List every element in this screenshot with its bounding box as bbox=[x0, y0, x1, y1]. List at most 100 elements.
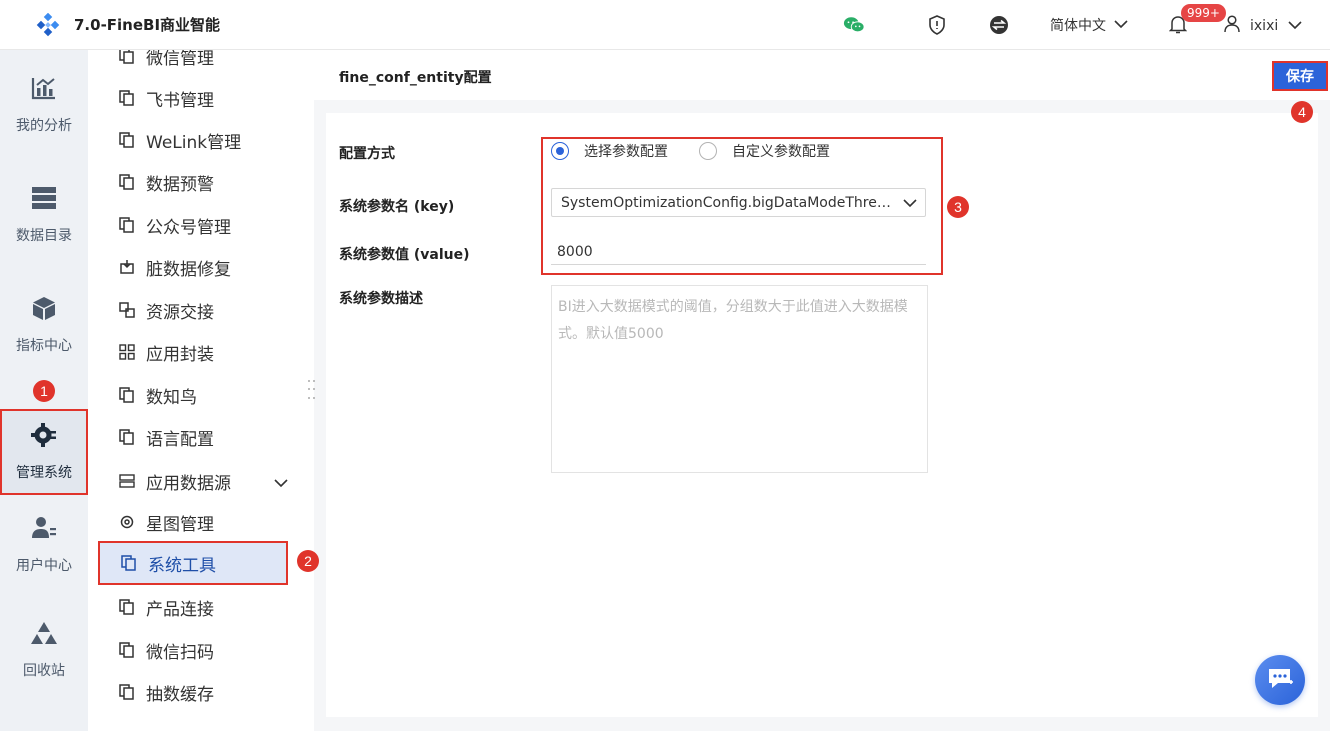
rail-item-label: 用户中心 bbox=[16, 558, 72, 574]
switch-icon[interactable] bbox=[988, 14, 1010, 36]
repair-icon bbox=[118, 258, 136, 276]
rail-item-label: 我的分析 bbox=[16, 118, 72, 134]
exchange-icon bbox=[118, 301, 136, 319]
rail-item-metrics-center[interactable]: 指标中心 bbox=[0, 270, 88, 380]
cube-icon bbox=[31, 295, 57, 321]
recycle-icon bbox=[31, 620, 57, 646]
radio-checked-icon bbox=[551, 142, 569, 160]
radio-select-param[interactable]: 选择参数配置 bbox=[551, 141, 668, 161]
nav-item-label: 飞书管理 bbox=[146, 90, 214, 111]
mode-label: 配置方式 bbox=[339, 146, 395, 162]
rail-item-label: 管理系统 bbox=[16, 465, 72, 481]
finebi-logo-icon bbox=[36, 12, 60, 37]
user-menu[interactable]: ixixi bbox=[1224, 15, 1302, 37]
radio-label: 选择参数配置 bbox=[584, 144, 668, 160]
resize-handle[interactable] bbox=[308, 380, 318, 402]
app-title: 7.0-FineBI商业智能 bbox=[74, 16, 221, 34]
nav-item-label: 脏数据修复 bbox=[146, 259, 231, 280]
nav-item-label: 语言配置 bbox=[146, 429, 214, 450]
chevron-down-icon bbox=[1288, 18, 1302, 34]
param-description: BI进入大数据模式的阈值，分组数大于此值进入大数据模式。默认值5000 bbox=[551, 285, 928, 473]
param-value-input[interactable] bbox=[551, 239, 926, 265]
param-key-select[interactable]: SystemOptimizationConfig.bigDataModeThre… bbox=[551, 188, 926, 217]
nav-item-label: WeLink管理 bbox=[146, 132, 242, 153]
nav-item-dirty-data-repair[interactable]: 脏数据修复 bbox=[98, 248, 298, 286]
rail-item-my-analysis[interactable]: 我的分析 bbox=[0, 50, 88, 160]
nav-item-official-account[interactable]: 公众号管理 bbox=[98, 206, 298, 244]
copy-icon bbox=[118, 131, 136, 149]
nav-item-welink-manage[interactable]: WeLink管理 bbox=[98, 121, 298, 159]
settings-icon bbox=[118, 513, 136, 531]
chevron-down-icon bbox=[903, 196, 917, 212]
param-key-value: SystemOptimizationConfig.bigDataModeThre… bbox=[561, 194, 891, 211]
rail-item-recycle-bin[interactable]: 回收站 bbox=[0, 595, 88, 705]
analysis-chart-icon bbox=[31, 75, 57, 101]
rail-item-data-catalog[interactable]: 数据目录 bbox=[0, 160, 88, 270]
nav-item-label: 数知鸟 bbox=[146, 387, 197, 408]
nav-item-data-alert[interactable]: 数据预警 bbox=[98, 163, 298, 201]
copy-icon bbox=[118, 428, 136, 446]
chevron-down-icon bbox=[1114, 17, 1128, 33]
page-title: fine_conf_entity配置 bbox=[339, 70, 492, 86]
nav-item-wechat-manage[interactable]: 微信管理 bbox=[98, 50, 298, 75]
copy-icon bbox=[118, 50, 136, 65]
server-icon bbox=[118, 472, 136, 490]
nav-item-shuzhiniao[interactable]: 数知鸟 bbox=[98, 376, 298, 414]
brand[interactable]: 7.0-FineBI商业智能 bbox=[36, 12, 221, 37]
rail-item-label: 数据目录 bbox=[16, 228, 72, 244]
rail-item-label: 指标中心 bbox=[16, 338, 72, 354]
database-icon bbox=[31, 185, 57, 211]
rail-item-label: 回收站 bbox=[23, 663, 65, 679]
user-admin-icon bbox=[31, 515, 57, 541]
key-label: 系统参数名 (key) bbox=[339, 199, 455, 215]
nav-item-feishu-manage[interactable]: 飞书管理 bbox=[98, 79, 298, 117]
copy-icon bbox=[118, 598, 136, 616]
desc-label: 系统参数描述 bbox=[339, 291, 423, 307]
copy-icon bbox=[118, 173, 136, 191]
step-marker-3: 3 bbox=[947, 196, 969, 218]
nav-item-resource-handover[interactable]: 资源交接 bbox=[98, 291, 298, 329]
nav-item-label: 数据预警 bbox=[146, 174, 214, 195]
step-marker-1: 1 bbox=[33, 380, 55, 402]
chat-assistant-button[interactable] bbox=[1255, 655, 1305, 705]
nav-item-system-tools[interactable]: 系统工具 bbox=[98, 541, 288, 585]
wechat-icon[interactable] bbox=[843, 14, 865, 36]
rail-item-user-center[interactable]: 用户中心 bbox=[0, 490, 88, 600]
radio-unchecked-icon bbox=[699, 142, 717, 160]
copy-icon bbox=[118, 216, 136, 234]
gear-icon bbox=[31, 422, 57, 448]
radio-label: 自定义参数配置 bbox=[732, 144, 830, 160]
nav-item-label: 应用数据源 bbox=[146, 473, 231, 494]
copy-icon bbox=[120, 554, 138, 572]
language-selector[interactable]: 简体中文 bbox=[1050, 15, 1128, 35]
save-button[interactable]: 保存 bbox=[1272, 61, 1328, 91]
nav-item-app-packaging[interactable]: 应用封装 bbox=[98, 333, 298, 371]
nav-item-app-datasource[interactable]: 应用数据源 bbox=[98, 462, 298, 500]
nav-item-product-connect[interactable]: 产品连接 bbox=[98, 588, 298, 626]
nav-item-label: 资源交接 bbox=[146, 302, 214, 323]
copy-icon bbox=[118, 641, 136, 659]
nav-item-label: 微信管理 bbox=[146, 50, 214, 69]
nav-item-label: 系统工具 bbox=[148, 555, 216, 576]
nav-item-label: 抽数缓存 bbox=[146, 684, 214, 705]
notification-badge: 999+ bbox=[1181, 4, 1226, 22]
nav-item-star-map[interactable]: 星图管理 bbox=[98, 503, 298, 541]
grid-icon bbox=[118, 343, 136, 361]
step-marker-4: 4 bbox=[1291, 101, 1313, 123]
chevron-down-icon[interactable] bbox=[274, 473, 288, 493]
nav-item-extract-cache[interactable]: 抽数缓存 bbox=[98, 673, 298, 711]
rail-item-admin-system[interactable]: 管理系统 bbox=[0, 409, 88, 495]
top-bar: 7.0-FineBI商业智能 简体中文 999+ ixixi bbox=[0, 0, 1330, 50]
user-icon bbox=[1224, 15, 1240, 37]
radio-custom-param[interactable]: 自定义参数配置 bbox=[699, 141, 830, 161]
username: ixixi bbox=[1250, 18, 1279, 34]
config-panel: 配置方式 系统参数名 (key) 系统参数值 (value) 系统参数描述 选择… bbox=[326, 113, 1318, 717]
nav-item-label: 应用封装 bbox=[146, 344, 214, 365]
language-label: 简体中文 bbox=[1050, 18, 1106, 34]
copy-icon bbox=[118, 89, 136, 107]
nav-item-wechat-scan[interactable]: 微信扫码 bbox=[98, 631, 298, 669]
nav-item-language-config[interactable]: 语言配置 bbox=[98, 418, 298, 456]
value-label: 系统参数值 (value) bbox=[339, 247, 470, 263]
copy-icon bbox=[118, 683, 136, 701]
shield-icon[interactable] bbox=[926, 14, 948, 36]
